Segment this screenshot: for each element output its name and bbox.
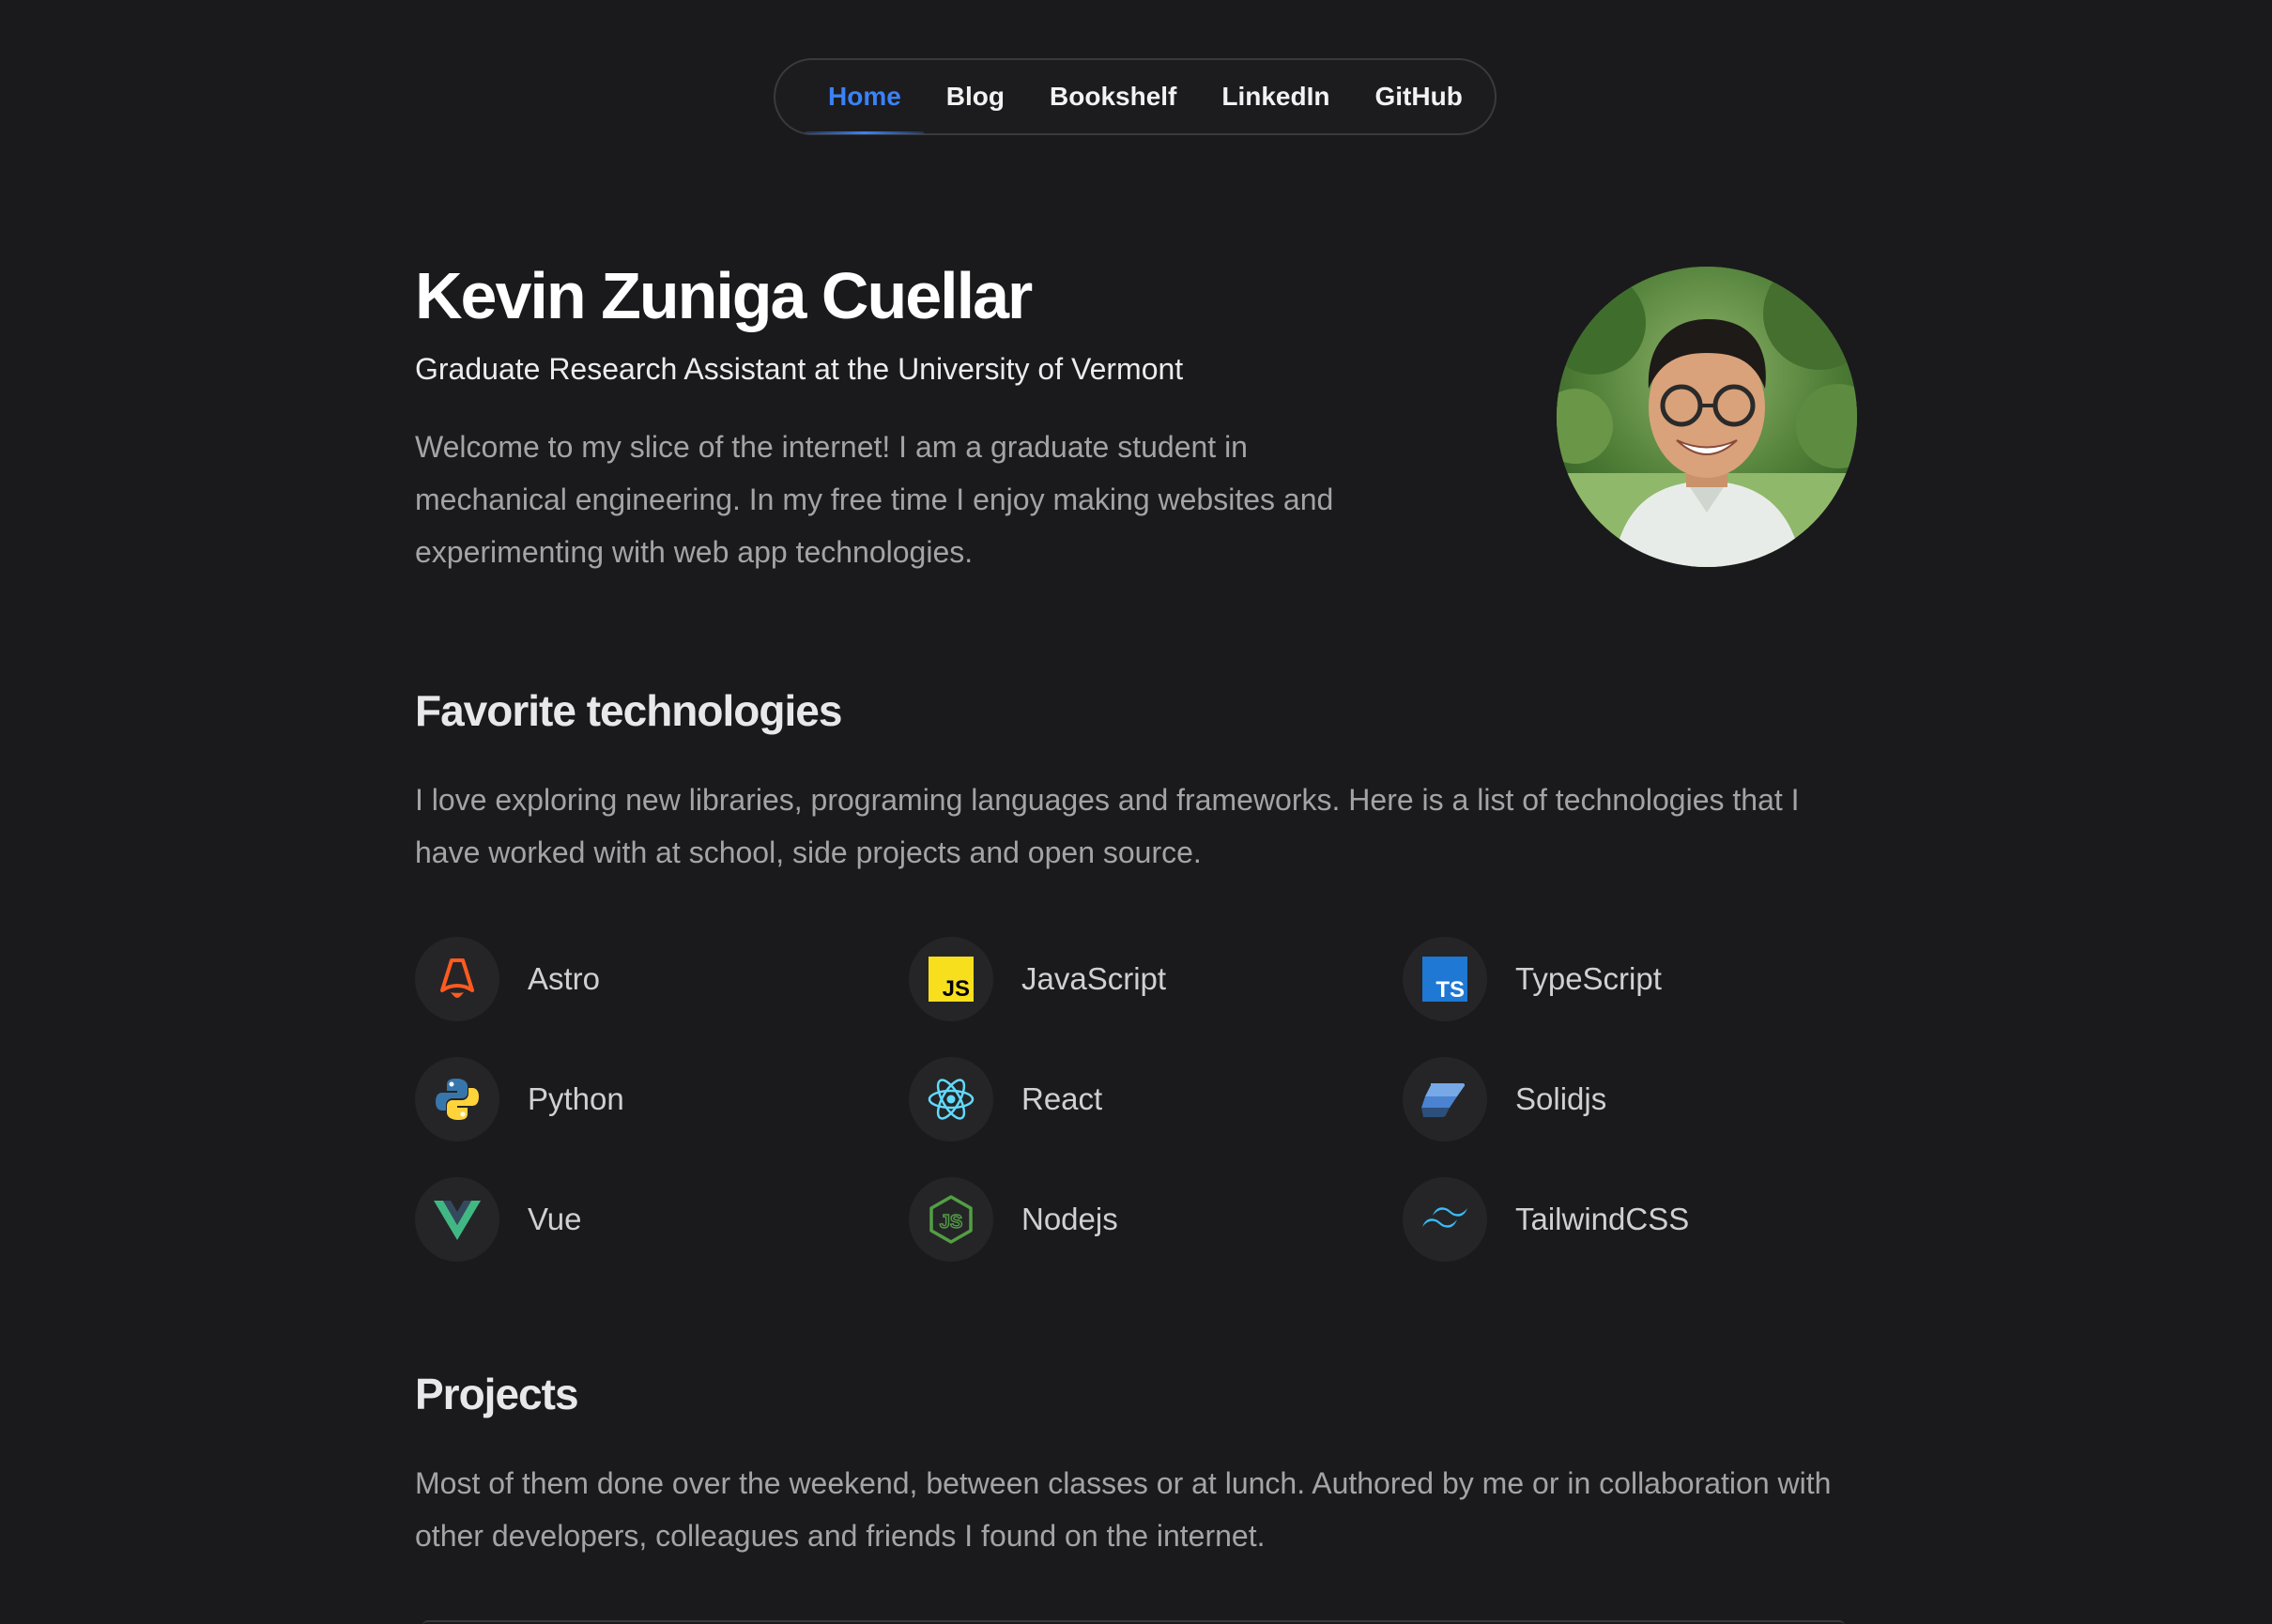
svg-text:TS: TS <box>1435 977 1465 1002</box>
tech-item-astro: Astro <box>415 937 600 1021</box>
intro-paragraph: Welcome to my slice of the internet! I a… <box>415 430 1334 569</box>
astro-icon <box>415 937 499 1021</box>
projects-heading: Projects <box>415 1370 579 1418</box>
nav-home-link[interactable]: Home <box>806 60 924 134</box>
tech-item-python: Python <box>415 1057 624 1141</box>
tech-item-nodejs: JS Nodejs <box>909 1177 1118 1262</box>
nav-linkedin-link[interactable]: LinkedIn <box>1199 60 1352 133</box>
tech-label: Python <box>528 1081 624 1116</box>
tech-item-tailwindcss: TailwindCSS <box>1403 1177 1689 1262</box>
nodejs-icon: JS <box>909 1177 993 1262</box>
nav-github-link[interactable]: GitHub <box>1353 60 1485 133</box>
react-icon <box>909 1057 993 1141</box>
avatar <box>1557 267 1857 567</box>
tech-item-solidjs: Solidjs <box>1403 1057 1606 1141</box>
subtitle-role: Graduate Research Assistant at the Unive… <box>415 352 1184 386</box>
svg-text:JS: JS <box>940 1212 962 1233</box>
page-title: Kevin Zuniga Cuellar <box>415 259 1033 332</box>
top-nav: Home Blog Bookshelf LinkedIn GitHub <box>774 58 1497 135</box>
projects-description: Most of them done over the weekend, betw… <box>415 1466 1832 1553</box>
tailwindcss-icon <box>1403 1177 1487 1262</box>
technologies-description: I love exploring new libraries, programi… <box>415 783 1800 869</box>
tech-label: JavaScript <box>1021 961 1167 996</box>
tech-item-react: React <box>909 1057 1102 1141</box>
typescript-icon: TS <box>1403 937 1487 1021</box>
tech-item-typescript: TS TypeScript <box>1403 937 1662 1021</box>
tech-label: Nodejs <box>1021 1202 1118 1236</box>
tech-label: TypeScript <box>1515 961 1662 996</box>
tech-item-javascript: JS JavaScript <box>909 937 1166 1021</box>
tech-label: React <box>1021 1081 1103 1116</box>
nav-blog-link[interactable]: Blog <box>924 60 1027 133</box>
solidjs-icon <box>1403 1057 1487 1141</box>
vue-icon <box>415 1177 499 1262</box>
nav-bookshelf-link[interactable]: Bookshelf <box>1027 60 1199 133</box>
tech-label: TailwindCSS <box>1515 1202 1690 1236</box>
tech-item-vue: Vue <box>415 1177 582 1262</box>
python-icon <box>415 1057 499 1141</box>
tech-label: Vue <box>528 1202 582 1236</box>
tech-label: Solidjs <box>1515 1081 1607 1116</box>
javascript-icon: JS <box>909 937 993 1021</box>
project-card-edge <box>422 1620 1845 1624</box>
tech-label: Astro <box>528 961 601 996</box>
page: Home Blog Bookshelf LinkedIn GitHub Kevi… <box>0 0 2272 1624</box>
technologies-heading: Favorite technologies <box>415 686 842 735</box>
svg-text:JS: JS <box>943 976 970 1002</box>
